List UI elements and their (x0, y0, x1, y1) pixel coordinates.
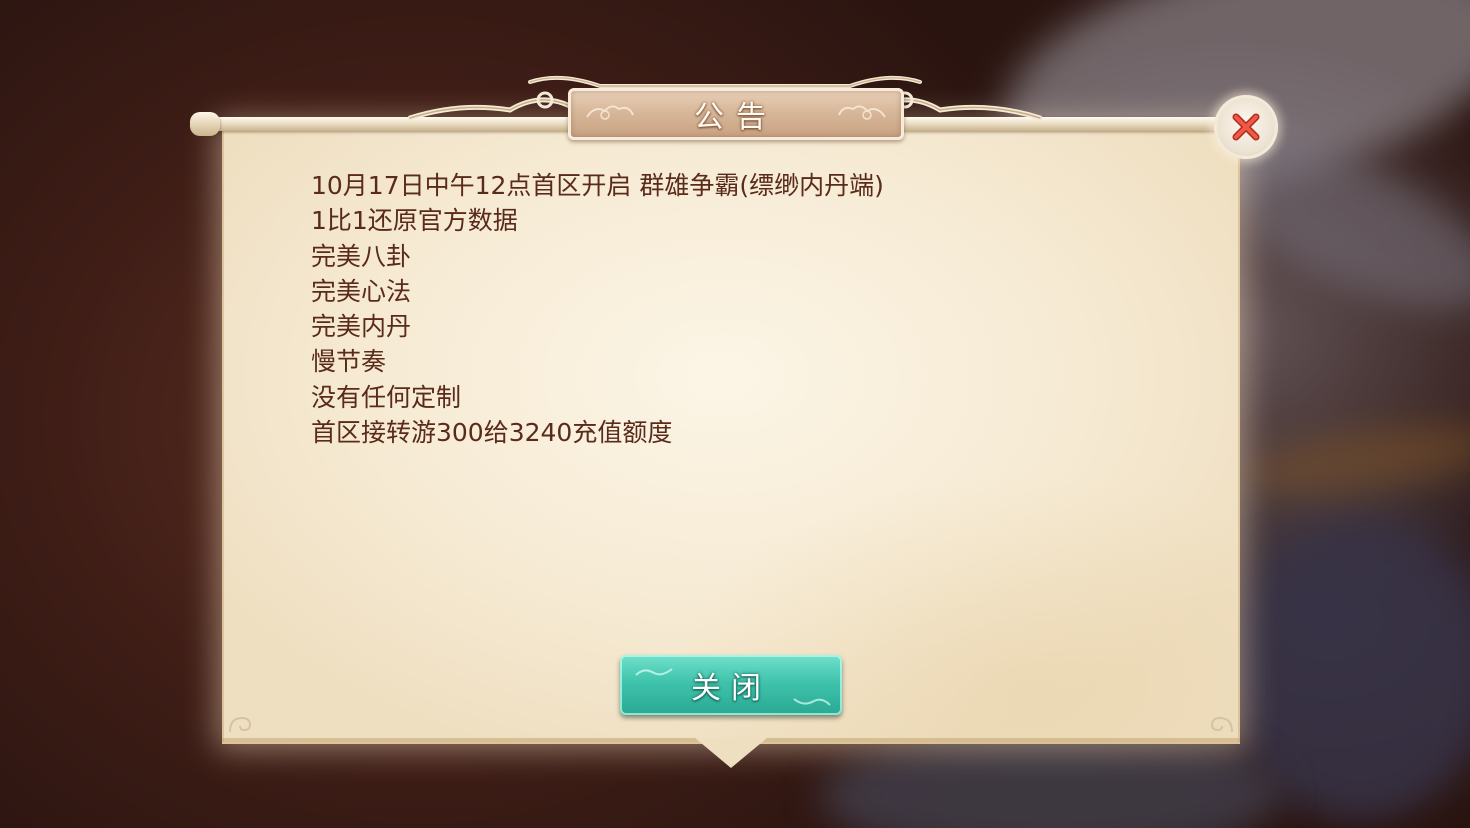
panel-bottom-point (695, 738, 767, 768)
corner-ornament-icon (229, 716, 252, 733)
announcement-line: 没有任何定制 (311, 382, 462, 412)
announcement-text: 10月17日中午12点首区开启 群雄争霸(缥缈内丹端) 1比1还原官方数据 完美… (311, 168, 884, 450)
dialog-title: 公告 (694, 100, 778, 135)
close-x-button[interactable] (1214, 95, 1278, 159)
close-x-icon (1232, 113, 1260, 141)
announcement-line: 完美八卦 (311, 241, 412, 271)
close-button-label: 关闭 (691, 671, 771, 706)
title-plaque: 公告 (568, 88, 904, 140)
background-blur (1237, 412, 1470, 508)
corner-ornament-icon (1210, 716, 1233, 733)
announcement-line: 1比1还原官方数据 (311, 206, 518, 236)
announcement-line: 完美心法 (311, 276, 412, 306)
announcement-line: 完美内丹 (311, 312, 412, 342)
background-blur (820, 730, 1280, 828)
announcement-line: 慢节奏 (311, 347, 387, 377)
game-screen: 公告 10月17日中午12点首区开启 群雄争霸(缥缈内丹端) 1比1还原官方数据… (0, 0, 1470, 828)
announcement-line: 10月17日中午12点首区开启 群雄争霸(缥缈内丹端) (311, 171, 884, 200)
announcement-line: 首区接转游300给3240充值额度 (311, 418, 673, 448)
close-button[interactable]: 关闭 (620, 655, 842, 715)
scroll-rod-cap (190, 112, 220, 136)
